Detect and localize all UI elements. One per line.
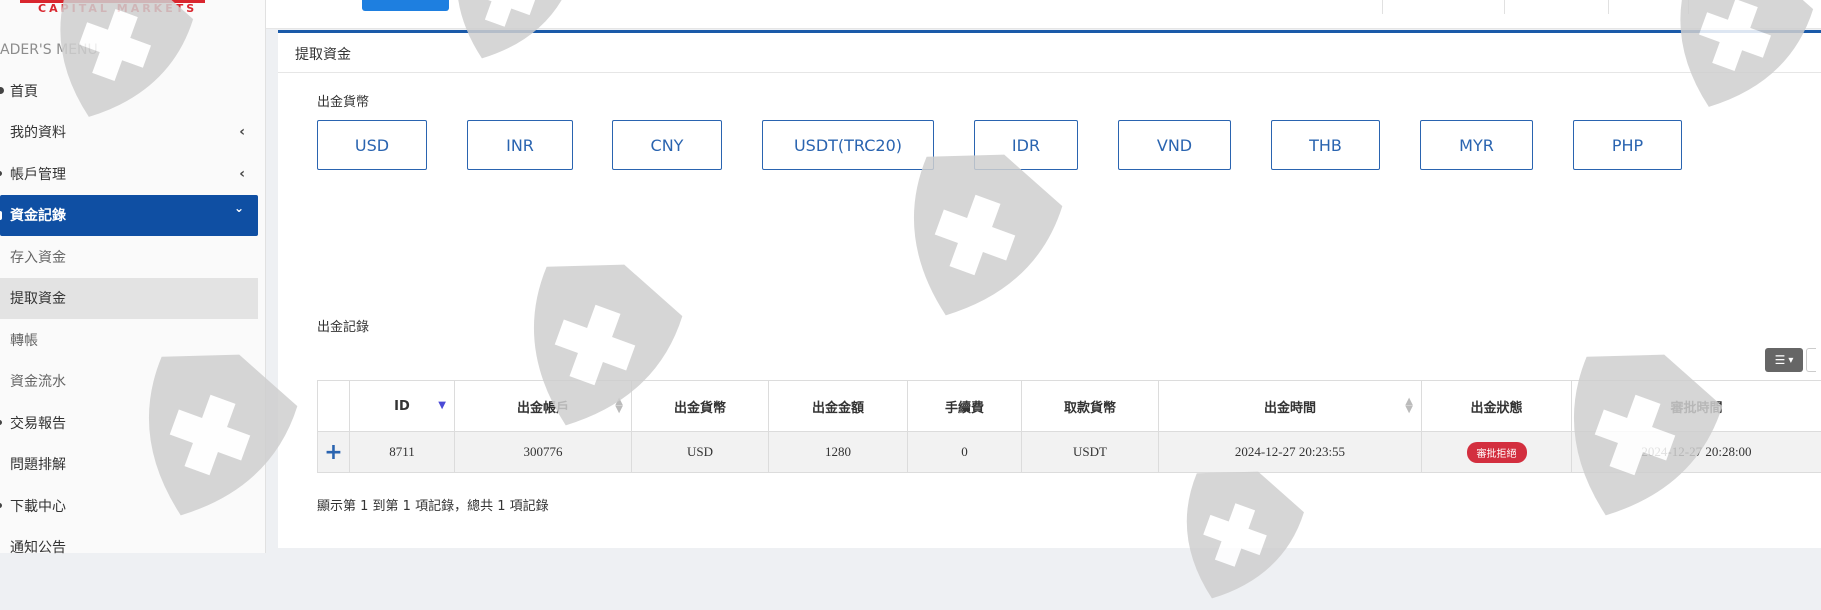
top-action-button[interactable] xyxy=(362,0,449,11)
status-badge: 審批拒絕 xyxy=(1467,442,1527,463)
currency-button-cny[interactable]: CNY xyxy=(612,120,722,170)
sidebar-item-label: 資金流水 xyxy=(10,371,66,391)
column-header-label: ID xyxy=(394,399,410,414)
withdraw-records-table: ID ▼ 出金帳戶 ▲▼ 出金貨幣 出金金額 手續費 取款貨幣 出金時間 ▲▼ … xyxy=(317,380,1821,473)
home-icon xyxy=(0,87,4,94)
expand-cell[interactable]: + xyxy=(318,432,350,473)
cell-status: 審批拒絕 xyxy=(1422,432,1572,473)
sidebar-item-label: 帳戶管理 xyxy=(10,164,66,184)
pagination-info: 顯示第 1 到第 1 項記錄，總共 1 項記錄 xyxy=(317,495,549,514)
sidebar-item-label: 通知公告 xyxy=(10,537,66,557)
brand-logo-text: CAPITAL MARKETS xyxy=(38,2,197,15)
sidebar: CAPITAL MARKETS ADER'S MENU 首頁 我的資料 ‹ 帳戶… xyxy=(0,0,266,553)
sidebar-item-label: 首頁 xyxy=(10,81,38,101)
cell-time: 2024-12-27 20:23:55 xyxy=(1159,432,1422,473)
download-icon xyxy=(0,503,2,508)
topbar-divider xyxy=(1382,0,1383,14)
currency-section-label: 出金貨幣 xyxy=(317,91,369,110)
column-header-currency: 出金貨幣 xyxy=(632,381,769,432)
sidebar-item-label: 提取資金 xyxy=(10,288,66,308)
plus-icon[interactable]: + xyxy=(324,440,342,465)
sidebar-item-trade-report[interactable]: 交易報告 xyxy=(0,402,265,444)
sidebar-item-withdraw[interactable]: 提取資金 xyxy=(0,278,258,320)
topbar-divider xyxy=(1608,0,1609,14)
column-header-account[interactable]: 出金帳戶 ▲▼ xyxy=(455,381,632,432)
currency-button-myr[interactable]: MYR xyxy=(1420,120,1533,170)
cell-currency: USD xyxy=(632,432,769,473)
table-row: + 8711 300776 USD 1280 0 USDT 2024-12-27… xyxy=(318,432,1821,473)
sort-desc-icon: ▼ xyxy=(438,402,446,410)
cell-amount: 1280 xyxy=(769,432,908,473)
cell-fee: 0 xyxy=(908,432,1022,473)
panel-divider xyxy=(278,72,1821,73)
records-section-label: 出金記錄 xyxy=(317,316,369,335)
chevron-down-icon: ⌄ xyxy=(234,201,244,215)
sidebar-item-fund-records[interactable]: 資金記錄 ⌄ xyxy=(0,195,258,237)
column-toggle-button[interactable]: ☰ ▾ xyxy=(1765,348,1803,372)
grid-icon: ☰ xyxy=(1775,353,1786,367)
column-header-label: 出金帳戶 xyxy=(517,401,569,416)
sidebar-item-deposit[interactable]: 存入資金 xyxy=(0,236,265,278)
export-button[interactable] xyxy=(1806,348,1816,372)
sidebar-item-my-profile[interactable]: 我的資料 ‹ xyxy=(0,112,265,154)
sidebar-item-fund-flow[interactable]: 資金流水 xyxy=(0,361,265,403)
cell-withdraw-currency: USDT xyxy=(1022,432,1159,473)
sidebar-item-label: 問題排解 xyxy=(10,454,66,474)
currency-button-inr[interactable]: INR xyxy=(467,120,573,170)
caret-down-icon: ▾ xyxy=(1788,355,1793,366)
sort-icon: ▲▼ xyxy=(1405,398,1413,414)
topbar-divider xyxy=(1504,0,1505,14)
currency-button-idr[interactable]: IDR xyxy=(974,120,1078,170)
table-header-row: ID ▼ 出金帳戶 ▲▼ 出金貨幣 出金金額 手續費 取款貨幣 出金時間 ▲▼ … xyxy=(318,381,1821,432)
page-title: 提取資金 xyxy=(295,44,351,64)
sidebar-item-label: 下載中心 xyxy=(10,496,66,516)
sidebar-item-home[interactable]: 首頁 xyxy=(0,70,265,112)
currency-button-usd[interactable]: USD xyxy=(317,120,427,170)
currency-button-thb[interactable]: THB xyxy=(1271,120,1380,170)
column-header-amount: 出金金額 xyxy=(769,381,908,432)
sidebar-item-label: 存入資金 xyxy=(10,247,66,267)
sidebar-item-label: 轉帳 xyxy=(10,330,38,350)
sidebar-item-transfer[interactable]: 轉帳 xyxy=(0,319,265,361)
cell-approve-time: 2024-12-27 20:28:00 xyxy=(1572,432,1821,473)
column-header-label: 出金時間 xyxy=(1264,401,1316,416)
column-header-fee: 手續費 xyxy=(908,381,1022,432)
sort-icon: ▲▼ xyxy=(615,398,623,414)
sidebar-menu: 首頁 我的資料 ‹ 帳戶管理 ‹ 資金記錄 ⌄ 存入資金 提取資金 轉帳 資金流… xyxy=(0,70,265,568)
column-header-id[interactable]: ID ▼ xyxy=(350,381,455,432)
top-bar xyxy=(266,0,1821,29)
currency-button-php[interactable]: PHP xyxy=(1573,120,1682,170)
column-header-withdraw-currency: 取款貨幣 xyxy=(1022,381,1159,432)
column-header-approve-time: 審批時間 xyxy=(1572,381,1821,432)
currency-button-usdt-trc20[interactable]: USDT(TRC20) xyxy=(762,120,934,170)
report-icon xyxy=(0,420,2,425)
chevron-left-icon: ‹ xyxy=(239,166,245,182)
sidebar-item-label: 交易報告 xyxy=(10,413,66,433)
menu-header: ADER'S MENU xyxy=(0,42,98,58)
fund-icon xyxy=(0,211,2,220)
currency-button-vnd[interactable]: VND xyxy=(1118,120,1231,170)
sidebar-item-account-management[interactable]: 帳戶管理 ‹ xyxy=(0,153,265,195)
topbar-divider xyxy=(1688,0,1689,14)
sidebar-item-label: 我的資料 xyxy=(10,122,66,142)
sidebar-item-announcements[interactable]: 通知公告 xyxy=(0,527,265,569)
expand-column-header xyxy=(318,381,350,432)
sidebar-item-download[interactable]: 下載中心 xyxy=(0,485,265,527)
cell-id: 8711 xyxy=(350,432,455,473)
cell-account: 300776 xyxy=(455,432,632,473)
sidebar-item-troubleshoot[interactable]: 問題排解 xyxy=(0,444,265,486)
sidebar-item-label: 資金記錄 xyxy=(10,205,66,225)
chevron-left-icon: ‹ xyxy=(239,124,245,140)
withdraw-panel: 提取資金 出金貨幣 USD INR CNY USDT(TRC20) IDR VN… xyxy=(278,30,1821,548)
column-header-time[interactable]: 出金時間 ▲▼ xyxy=(1159,381,1422,432)
column-header-status: 出金狀態 xyxy=(1422,381,1572,432)
account-icon xyxy=(0,171,2,176)
